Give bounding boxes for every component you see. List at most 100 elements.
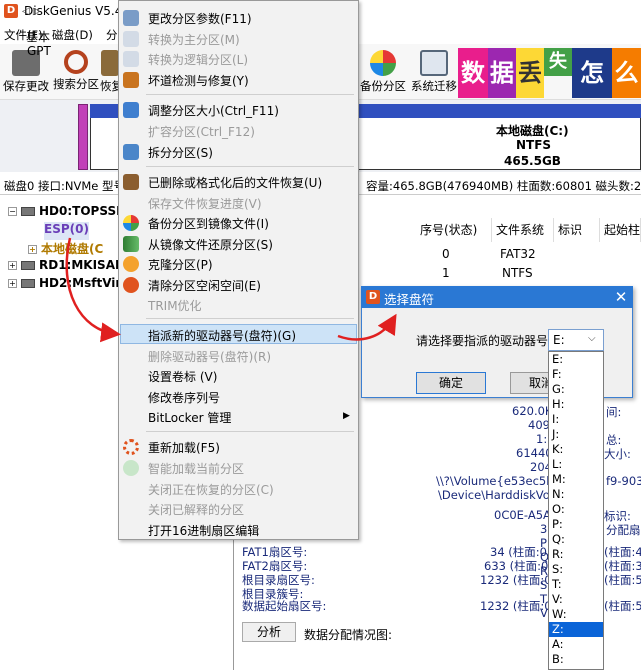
dropdown-option[interactable]: J: xyxy=(549,427,603,442)
expand-icon[interactable]: + xyxy=(28,245,37,254)
tree-item-esp[interactable]: ESP(0) xyxy=(44,222,89,240)
menu-item-close-interpreted[interactable]: 关闭已解释的分区 xyxy=(148,501,244,518)
dropdown-option[interactable]: H: xyxy=(549,397,603,412)
dropdown-option[interactable]: M: xyxy=(549,472,603,487)
expand-icon[interactable]: + xyxy=(8,261,17,270)
menu-disk[interactable]: 磁盘(D) xyxy=(52,27,93,43)
close-icon[interactable]: ✕ xyxy=(612,288,630,306)
disk-partition-style: GPT xyxy=(27,44,51,58)
dropdown-option[interactable]: N: xyxy=(549,487,603,502)
menu-item-to-logical[interactable]: 转换为逻辑分区(L) xyxy=(148,51,248,68)
column-header-fs[interactable]: 文件系统 xyxy=(492,218,554,242)
backup-icon xyxy=(370,50,396,76)
split-icon xyxy=(123,144,139,160)
recover-button[interactable]: 恢复 xyxy=(100,46,120,98)
restore-image-icon xyxy=(123,236,139,252)
menu-item-remove-letter[interactable]: 删除驱动器号(盘符)(R) xyxy=(148,348,271,365)
allocation-map-label: 数据分配情况图: xyxy=(304,628,393,642)
disk-icon xyxy=(21,207,35,216)
menu-item-save-progress[interactable]: 保存文件恢复进度(V) xyxy=(148,195,262,212)
detail-value: \Device\HarddiskVol xyxy=(438,488,553,502)
menu-item-to-primary[interactable]: 转换为主分区(M) xyxy=(148,31,240,48)
dialog-title: 选择盘符 xyxy=(384,292,435,307)
dropdown-option[interactable]: R: xyxy=(549,547,603,562)
detail-label: 大小: xyxy=(604,447,631,461)
dropdown-option[interactable]: G: xyxy=(549,382,603,397)
detail-value: 0C0E-A5A xyxy=(494,508,551,522)
detail-label: (柱面:5) xyxy=(604,599,641,613)
dropdown-option[interactable]: V: xyxy=(549,592,603,607)
dropdown-option-selected[interactable]: Z: xyxy=(549,622,603,637)
dropdown-option[interactable]: A: xyxy=(549,637,603,652)
convert-primary-icon xyxy=(123,31,139,47)
convert-logical-icon xyxy=(123,51,139,67)
smart-load-icon xyxy=(123,460,139,476)
column-header-start[interactable]: 起始柱 xyxy=(600,218,641,242)
menu-item-resize[interactable]: 调整分区大小(Ctrl_F11) xyxy=(148,102,279,119)
ok-button[interactable]: 确定 xyxy=(416,372,486,394)
backup-partition-button[interactable]: 备份分区 xyxy=(358,46,408,98)
column-header-flag[interactable]: 标识 xyxy=(554,218,600,242)
disk-type-label: 基本 xyxy=(26,30,51,44)
partition-name: 本地磁盘(C:) xyxy=(496,124,569,138)
recover-file-icon xyxy=(123,174,139,190)
menu-item-bitlocker[interactable]: BitLocker 管理 xyxy=(148,409,231,426)
menu-item-set-label[interactable]: 设置卷标 (V) xyxy=(148,368,217,385)
menu-partition[interactable]: 分 xyxy=(106,27,118,43)
chevron-down-icon[interactable]: ⌵ xyxy=(588,333,596,344)
menu-item-bad-sector[interactable]: 坏道检测与修复(Y) xyxy=(148,72,249,89)
expand-icon[interactable]: + xyxy=(8,279,17,288)
menu-item-close-recovering[interactable]: 关闭正在恢复的分区(C) xyxy=(148,481,274,498)
dropdown-option[interactable]: Q: xyxy=(549,532,603,547)
collapse-icon[interactable]: − xyxy=(8,207,17,216)
menu-item-clone[interactable]: 克隆分区(P) xyxy=(148,256,213,273)
root-sector-value: 1232 (柱面:0 xyxy=(480,573,552,587)
analyze-button[interactable]: 分析 xyxy=(242,622,296,642)
search-partition-button[interactable]: 搜索分区 xyxy=(50,46,102,98)
menu-item-hex-editor[interactable]: 打开16进制扇区编辑 xyxy=(148,522,259,539)
dropdown-option[interactable]: F: xyxy=(549,367,603,382)
dropdown-option[interactable]: E: xyxy=(549,352,603,367)
disk-capacity-info: 容量:465.8GB(476940MB) 柱面数:60801 磁头数:255 xyxy=(366,179,641,193)
disk-icon xyxy=(21,261,35,270)
tree-item-rd1[interactable]: + RD1:MKISAM xyxy=(8,258,127,276)
banner-tile: 么 xyxy=(612,48,641,98)
menu-item-assign-letter[interactable]: 指派新的驱动器号(盘符)(G) xyxy=(148,327,296,344)
menu-item-backup-image[interactable]: 备份分区到镜像文件(I) xyxy=(148,215,269,232)
menu-item-change-serial[interactable]: 修改卷序列号 xyxy=(148,389,220,406)
menu-item-split[interactable]: 拆分分区(S) xyxy=(148,144,213,161)
dropdown-option[interactable]: O: xyxy=(549,502,603,517)
menu-separator xyxy=(146,166,354,167)
dropdown-option[interactable]: L: xyxy=(549,457,603,472)
dropdown-option[interactable]: T: xyxy=(549,577,603,592)
system-migration-button[interactable]: 系统迁移 xyxy=(408,46,460,98)
menu-item-file-recovery[interactable]: 已删除或格式化后的文件恢复(U) xyxy=(148,174,322,191)
menu-item-restore-image[interactable]: 从镜像文件还原分区(S) xyxy=(148,236,273,253)
detail-value: 620.0K xyxy=(512,404,553,418)
dropdown-option[interactable]: K: xyxy=(549,442,603,457)
menu-item-trim[interactable]: TRIM优化 xyxy=(148,297,202,314)
detail-label: 间: xyxy=(606,405,622,419)
dropdown-option[interactable]: S: xyxy=(549,562,603,577)
tree-item-hd0[interactable]: − HD0:TOPSSD xyxy=(8,204,126,222)
menu-item-smart-load[interactable]: 智能加载当前分区 xyxy=(148,460,244,477)
table-cell: FAT32 xyxy=(500,247,536,261)
disk-icon xyxy=(21,279,35,288)
banner-tile: 数 xyxy=(458,48,488,98)
tree-item-hd2[interactable]: + HD2:MsftVir xyxy=(8,276,121,294)
banner-tile: 怎 xyxy=(572,48,612,98)
esp-partition-block[interactable] xyxy=(78,104,88,170)
menu-item-reload[interactable]: 重新加载(F5) xyxy=(148,439,220,456)
disk-nav-arrows[interactable]: ◁ ▷ xyxy=(22,6,41,17)
dropdown-option[interactable]: B: xyxy=(549,652,603,667)
dropdown-option[interactable]: I: xyxy=(549,412,603,427)
dropdown-option[interactable]: W: xyxy=(549,607,603,622)
tree-item-c[interactable]: + 本地磁盘(C xyxy=(28,240,103,258)
column-header-index[interactable]: 序号(状态) xyxy=(416,218,492,242)
menu-item-change-params[interactable]: 更改分区参数(F11) xyxy=(148,10,252,27)
menu-item-extend[interactable]: 扩容分区(Ctrl_F12) xyxy=(148,123,255,140)
ad-banner[interactable]: 数 据 丢 失 怎 么 xyxy=(458,48,641,98)
menu-item-wipe-free[interactable]: 清除分区空闲空间(E) xyxy=(148,277,261,294)
dropdown-option[interactable]: P: xyxy=(549,517,603,532)
wipe-icon xyxy=(123,277,139,293)
